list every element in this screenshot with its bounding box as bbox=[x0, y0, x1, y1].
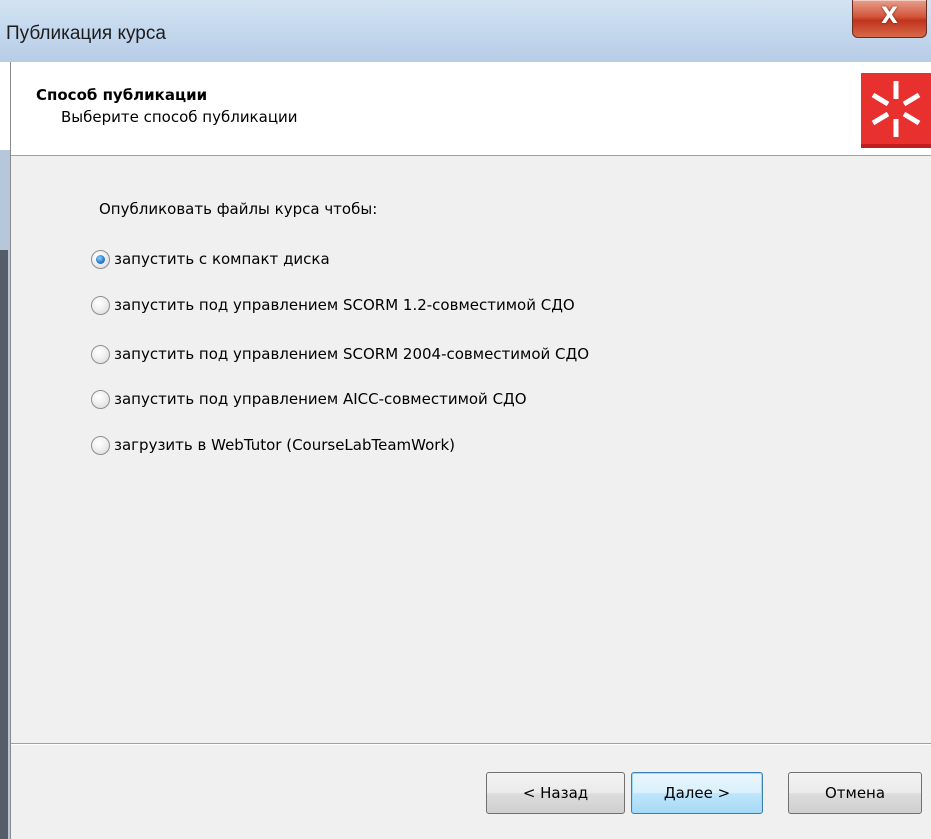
window-left-frame bbox=[0, 150, 10, 839]
radio-button[interactable] bbox=[91, 435, 110, 455]
window-title: Публикация курса bbox=[6, 23, 166, 44]
radio-button-checked[interactable] bbox=[91, 249, 110, 269]
option-label[interactable]: запустить с компакт диска bbox=[114, 250, 330, 268]
wizard-step-title: Способ публикации bbox=[36, 86, 208, 104]
radio-button[interactable] bbox=[91, 389, 110, 409]
option-label[interactable]: запустить под управлением SCORM 1.2-совм… bbox=[114, 296, 575, 314]
wizard-step-subtitle: Выберите способ публикации bbox=[61, 108, 298, 126]
close-button[interactable]: X bbox=[852, 0, 927, 38]
radio-button[interactable] bbox=[91, 295, 110, 315]
close-icon: X bbox=[881, 4, 898, 29]
option-label[interactable]: запустить под управлением SCORM 2004-сов… bbox=[114, 345, 589, 363]
option-aicc[interactable]: запустить под управлением AICC-совместим… bbox=[91, 387, 527, 411]
radio-button[interactable] bbox=[91, 344, 110, 364]
wizard-dialog: Способ публикации Выберите способ публик… bbox=[10, 62, 931, 839]
next-button[interactable]: Далее > bbox=[631, 772, 763, 814]
option-scorm2004[interactable]: запустить под управлением SCORM 2004-сов… bbox=[91, 342, 589, 366]
cancel-button[interactable]: Отмена bbox=[788, 772, 922, 814]
window-left-frame-shadow bbox=[0, 250, 8, 839]
option-webtutor[interactable]: загрузить в WebTutor (CourseLabTeamWork) bbox=[91, 433, 455, 457]
publish-prompt: Опубликовать файлы курса чтобы: bbox=[99, 200, 378, 218]
back-button[interactable]: < Назад bbox=[486, 772, 625, 814]
option-label[interactable]: запустить под управлением AICC-совместим… bbox=[114, 390, 527, 408]
courselab-asterisk-icon bbox=[861, 73, 931, 148]
asterisk-icon bbox=[871, 81, 921, 137]
wizard-header: Способ публикации Выберите способ публик… bbox=[11, 62, 931, 156]
option-label[interactable]: загрузить в WebTutor (CourseLabTeamWork) bbox=[114, 436, 455, 454]
option-cd[interactable]: запустить с компакт диска bbox=[91, 247, 330, 271]
footer-divider bbox=[11, 743, 931, 745]
option-scorm12[interactable]: запустить под управлением SCORM 1.2-совм… bbox=[91, 293, 575, 317]
window-titlebar: Публикация курса X bbox=[0, 0, 931, 62]
